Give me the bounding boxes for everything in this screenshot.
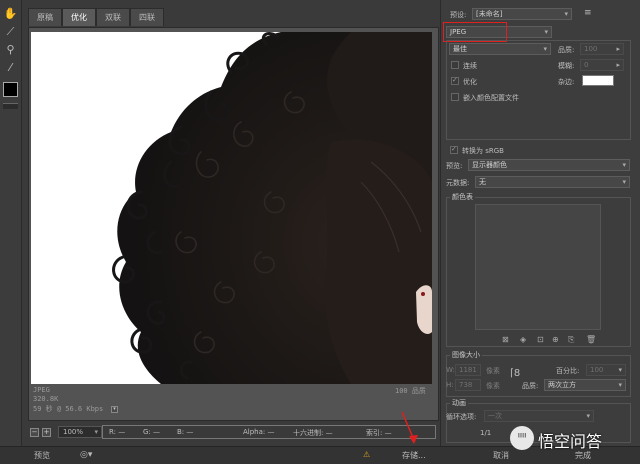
- preview-value: 显示器颜色: [472, 161, 507, 169]
- zoom-out-button[interactable]: −: [30, 428, 39, 437]
- preset-label: 预设:: [450, 11, 467, 19]
- curly-hair-photo: [31, 32, 432, 384]
- color-readouts: R: — G: — B: — Alpha: — 十六进制: — 索引: —: [102, 425, 436, 439]
- annotation-arrow: [401, 411, 418, 444]
- metadata-label: 元数据:: [446, 179, 470, 187]
- chevron-down-icon: ▾: [544, 28, 548, 36]
- eyedropper-color-swatch[interactable]: [3, 82, 18, 97]
- tab-optimized[interactable]: 优化: [62, 8, 96, 26]
- resample-value: 两次立方: [548, 381, 576, 389]
- slice-select-tool-icon[interactable]: ⟋: [3, 24, 18, 39]
- view-tab-bar: 原稿 优化 双联 四联: [28, 8, 440, 26]
- resample-label: 品质:: [522, 382, 539, 390]
- hex-readout: 十六进制: —: [293, 429, 333, 437]
- preview-select[interactable]: 显示器颜色 ▾: [468, 159, 630, 171]
- zoom-value: 100%: [63, 428, 84, 436]
- slice-visibility-toggle[interactable]: [3, 103, 18, 109]
- loop-options-select[interactable]: 一次 ▾: [484, 410, 594, 422]
- map-color-icon[interactable]: ⊠: [502, 335, 509, 344]
- tab-2-up[interactable]: 双联: [96, 8, 130, 26]
- tab-original[interactable]: 原稿: [28, 8, 62, 26]
- green-readout: G: —: [143, 428, 161, 436]
- convert-srgb-checkbox[interactable]: [450, 145, 458, 154]
- width-value: 1181: [459, 366, 477, 374]
- tab-4-up[interactable]: 四联: [130, 8, 164, 26]
- highlight-annotation: [443, 22, 507, 42]
- resample-select[interactable]: 两次立方 ▾: [544, 379, 626, 391]
- preset-value: [未命名]: [476, 10, 503, 18]
- wukong-logo-icon: ᐦᐦ: [510, 426, 534, 450]
- zoom-in-button[interactable]: +: [42, 428, 51, 437]
- preview-label: 预览:: [446, 162, 463, 170]
- file-size-readout: 320.8K: [33, 395, 59, 403]
- width-unit: 像素: [486, 367, 500, 375]
- image-size-title: 图像大小: [450, 350, 482, 360]
- blue-readout: B: —: [177, 428, 194, 436]
- save-button[interactable]: 存储...: [402, 450, 426, 461]
- alpha-readout: Alpha: —: [243, 428, 275, 436]
- chain-link-icon[interactable]: ⌈8: [510, 368, 520, 379]
- chevron-down-icon: ▾: [94, 428, 98, 436]
- settings-menu-icon[interactable]: ≡: [584, 8, 592, 18]
- watermark-text: 悟空问答: [538, 432, 603, 451]
- add-color-icon[interactable]: ⊕: [552, 335, 559, 344]
- height-unit: 像素: [486, 382, 500, 390]
- eyedropper-tool-icon[interactable]: ⁄: [3, 60, 18, 75]
- width-label: W:: [446, 366, 455, 374]
- download-menu-icon[interactable]: ▾: [111, 406, 118, 413]
- color-table-title: 颜色表: [450, 192, 475, 202]
- status-bar: − + 100% ▾ R: — G: — B: — Alpha: — 十六进制: …: [28, 425, 440, 441]
- trash-icon[interactable]: 🗑: [586, 335, 596, 344]
- percent-input[interactable]: 100 ▾: [586, 364, 626, 376]
- chevron-down-icon: ▾: [622, 178, 626, 186]
- metadata-value: 无: [479, 178, 486, 186]
- format-readout: JPEG: [33, 386, 50, 394]
- chevron-down-icon: ▾: [618, 381, 622, 389]
- chevron-down-icon: ▾: [564, 10, 568, 18]
- chevron-down-icon: ▾: [586, 412, 590, 420]
- frame-counter: 1/1: [480, 429, 492, 437]
- lock-color-icon[interactable]: ⊡: [537, 335, 544, 344]
- metadata-select[interactable]: 无 ▾: [475, 176, 630, 188]
- download-time-readout: 59 秒 @ 56.6 Kbps: [33, 405, 104, 413]
- tool-palette: ✋ ⟋ ⚲ ⁄: [0, 0, 22, 464]
- image-info-bar: JPEG 320.8K 59 秒 @ 56.6 Kbps ▾ 100 品质: [31, 384, 432, 420]
- red-readout: R: —: [109, 428, 126, 436]
- convert-srgb-label: 转换为 sRGB: [462, 147, 504, 155]
- loop-options-label: 循环选项:: [446, 413, 477, 421]
- web-shift-icon[interactable]: ◈: [520, 335, 526, 344]
- cancel-button[interactable]: 取消: [493, 450, 509, 461]
- height-value: 738: [459, 381, 473, 389]
- quality-readout: 100 品质: [395, 387, 426, 395]
- height-label: H:: [446, 381, 454, 389]
- loop-options-value: 一次: [488, 412, 502, 420]
- watermark-logo: ᐦᐦ 悟空问答: [510, 424, 636, 454]
- chevron-down-icon: ▾: [622, 161, 626, 169]
- color-table[interactable]: [475, 204, 601, 330]
- hand-tool-icon[interactable]: ✋: [3, 6, 18, 21]
- preset-select[interactable]: [未命名] ▾: [472, 8, 572, 20]
- new-color-icon[interactable]: ⎘: [568, 335, 574, 345]
- chevron-down-icon: ▾: [618, 366, 622, 374]
- percent-label: 百分比:: [556, 367, 580, 375]
- height-input[interactable]: 738: [455, 379, 481, 391]
- width-input[interactable]: 1181: [455, 364, 481, 376]
- zoom-select[interactable]: 100% ▾: [58, 426, 102, 438]
- index-readout: 索引: —: [366, 429, 392, 437]
- preview-button[interactable]: 预览: [34, 450, 50, 461]
- percent-value: 100: [590, 366, 604, 374]
- image-preview[interactable]: [31, 32, 432, 384]
- warning-icon: ⚠: [363, 450, 371, 459]
- browser-icon[interactable]: ◎▾: [80, 450, 92, 460]
- zoom-tool-icon[interactable]: ⚲: [3, 42, 18, 57]
- format-settings-group: [446, 40, 631, 140]
- animation-title: 动画: [450, 398, 468, 408]
